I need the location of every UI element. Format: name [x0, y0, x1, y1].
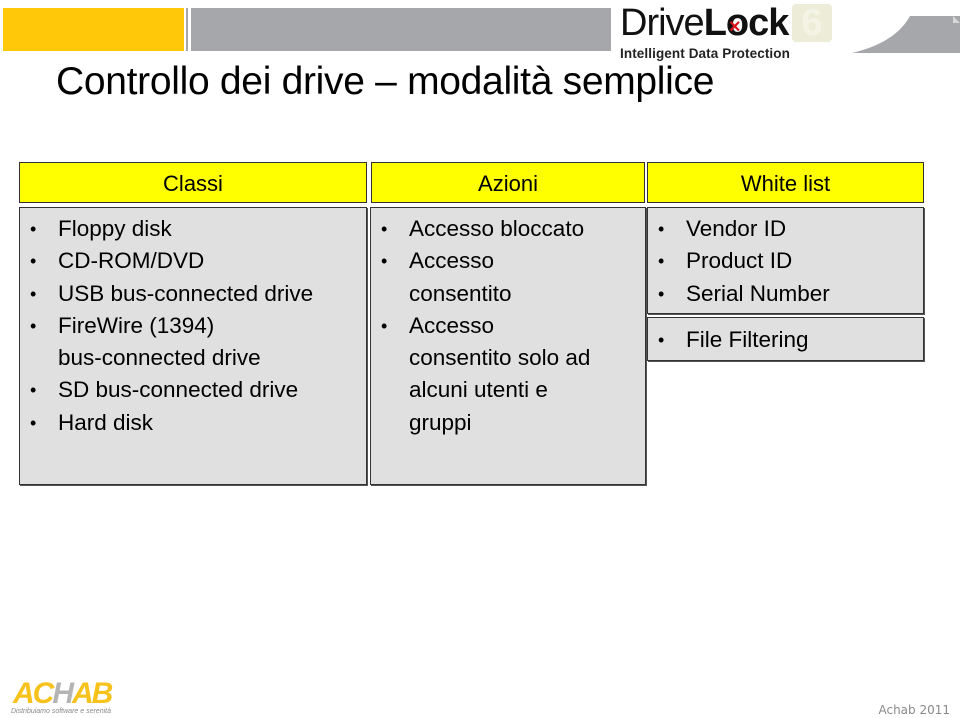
list-item: • Vendor ID: [648, 213, 923, 245]
list-item-text: Serial Number: [686, 280, 830, 306]
bullet-icon: •: [658, 219, 665, 239]
list-item-text: consentito solo ad: [409, 345, 591, 371]
list-item: • USB bus-connected drive: [20, 278, 366, 310]
logo-version-badge: 6: [792, 4, 832, 42]
header-accent-yellow-bar: [3, 8, 184, 51]
list-item-text: FireWire (1394): [58, 312, 215, 338]
list-item: consentito: [371, 278, 645, 310]
footer-copyright: Achab 2011: [878, 703, 950, 717]
list-item: • Accesso: [371, 245, 645, 277]
bullet-icon: •: [30, 251, 37, 272]
classi-list: • Floppy disk • CD-ROM/DVD • USB bus-connecte…: [20, 213, 366, 439]
column-header-azioni: Azioni: [371, 162, 645, 203]
header-gray-band: [191, 8, 611, 51]
list-item: • Serial Number: [648, 278, 923, 310]
azioni-list: • Accesso bloccato • Accesso consentito • Acce…: [371, 213, 645, 439]
list-item: bus-connected drive: [20, 342, 366, 374]
list-item-text: SD bus-connected drive: [58, 377, 299, 403]
bullet-icon: •: [30, 412, 37, 433]
classi-list-box: • Floppy disk • CD-ROM/DVD • USB bus-connecte…: [19, 207, 367, 485]
white-list-box: • Vendor ID • Product ID • Serial Number: [647, 207, 924, 314]
header-gray-swoosh: [852, 16, 960, 53]
list-item-text: Accesso: [409, 312, 495, 338]
achab-tagline: Distribuiamo software e serenità: [11, 708, 111, 715]
column-header-white-list: White list: [647, 162, 924, 203]
achab-word-ac: AC: [13, 677, 54, 710]
list-item-text: Accesso bloccato: [409, 216, 585, 241]
list-item-text: Hard disk: [58, 409, 154, 435]
azioni-list-box: • Accesso bloccato • Accesso consentito • Acce…: [370, 207, 646, 485]
list-item-text: USB bus-connected drive: [58, 280, 314, 306]
drivelock-logo: 6 DriveLo × ck Intelligent Data Protection: [612, 2, 840, 64]
list-item: • FireWire (1394): [20, 310, 366, 342]
list-item: gruppi: [371, 407, 645, 439]
list-item: consentito solo ad: [371, 342, 645, 374]
list-item-text: CD-ROM/DVD: [58, 248, 205, 274]
achab-word-h: H: [52, 677, 74, 710]
bullet-icon: •: [381, 315, 388, 336]
list-item: • Hard disk: [20, 407, 366, 439]
list-item-text: gruppi: [409, 409, 472, 435]
list-item-text: consentito: [409, 280, 512, 306]
logo-lock-o: o ×: [726, 2, 749, 44]
header-separator: [186, 8, 188, 51]
logo-x-mark-icon: ×: [728, 16, 741, 38]
list-item-text: Floppy disk: [58, 216, 172, 241]
list-item-text: Accesso: [409, 248, 495, 274]
bullet-icon: •: [381, 219, 388, 239]
logo-wordmark: DriveLo × ck: [620, 2, 789, 44]
white-list-items: • Vendor ID • Product ID • Serial Number: [648, 213, 923, 310]
bullet-icon: •: [658, 251, 665, 272]
bullet-icon: •: [30, 283, 37, 304]
file-filtering-list: • File Filtering: [648, 324, 923, 356]
list-item: • SD bus-connected drive: [20, 374, 366, 406]
bullet-icon: •: [658, 283, 665, 304]
column-header-classi: Classi: [19, 162, 367, 203]
logo-word-drive: Drive: [620, 2, 705, 44]
bullet-icon: •: [30, 219, 37, 239]
bullet-icon: •: [658, 330, 665, 350]
list-item-text: Product ID: [686, 248, 793, 274]
list-item-text: alcuni utenti e: [409, 377, 548, 403]
achab-logo: ACHAB Distribuiamo software e serenità: [3, 678, 113, 718]
slide-title: Controllo dei drive – modalità semplice: [56, 60, 715, 103]
list-item: • CD-ROM/DVD: [20, 245, 366, 277]
achab-word-ab: AB: [72, 677, 113, 710]
bullet-icon: •: [381, 251, 388, 272]
achab-wordmark: ACHAB: [13, 677, 113, 710]
list-item: • Accesso: [371, 310, 645, 342]
bullet-icon: •: [30, 315, 37, 336]
logo-word-ck: ck: [748, 2, 789, 44]
bullet-icon: •: [30, 380, 37, 401]
list-item: • File Filtering: [648, 324, 923, 356]
list-item: alcuni utenti e: [371, 374, 645, 406]
list-item: • Floppy disk: [20, 213, 366, 245]
list-item: • Product ID: [648, 245, 923, 277]
list-item-text: File Filtering: [686, 327, 809, 352]
logo-word-l: L: [703, 2, 727, 44]
list-item-text: Vendor ID: [686, 216, 787, 241]
file-filtering-box: • File Filtering: [647, 317, 924, 361]
list-item-text: bus-connected drive: [58, 345, 261, 371]
list-item: • Accesso bloccato: [371, 213, 645, 245]
